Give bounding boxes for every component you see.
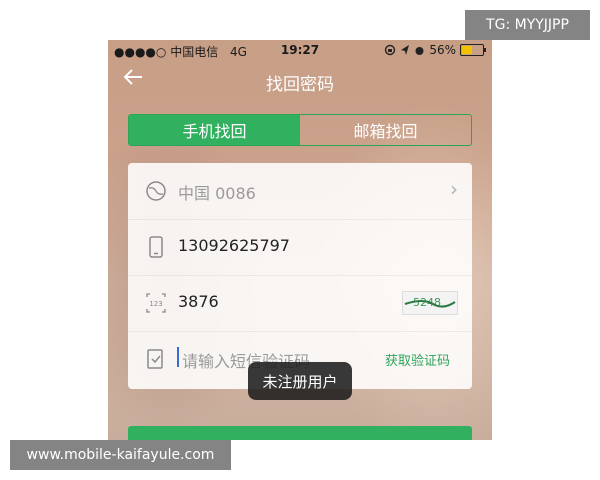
alarm-icon	[415, 46, 424, 55]
country-code: 中国 0086	[178, 184, 256, 203]
status-bar: ●●●●○ 中国电信 4G 19:27 56%	[108, 40, 492, 60]
captcha-image[interactable]: 5248	[402, 291, 458, 315]
nav-bar: 找回密码	[108, 64, 492, 100]
chevron-right-icon: ›	[450, 177, 458, 201]
text-cursor	[177, 347, 179, 367]
captcha-icon: 123	[146, 293, 166, 313]
rotation-lock-icon	[385, 44, 396, 56]
recovery-form: 中国 0086 › 13092625797 123 3876 5248 请输入短…	[128, 163, 472, 389]
submit-button[interactable]	[128, 426, 472, 440]
recovery-method-tabs: 手机找回 邮箱找回	[128, 114, 472, 146]
tab-email-recovery[interactable]: 邮箱找回	[300, 115, 471, 145]
battery-icon	[460, 44, 486, 56]
captcha-graphic: 5248	[404, 296, 456, 309]
location-icon	[401, 45, 410, 55]
tab-phone-recovery[interactable]: 手机找回	[129, 115, 300, 145]
tg-label: TG: MYYJJPP	[465, 10, 590, 40]
phone-screen: ●●●●○ 中国电信 4G 19:27 56% 找回密码 手机找回 邮箱找回 中…	[108, 40, 492, 440]
toast-message: 未注册用户	[248, 362, 352, 400]
phone-row: 13092625797	[128, 219, 472, 276]
captcha-input[interactable]: 3876	[178, 292, 219, 311]
status-right: 56%	[384, 43, 486, 57]
phone-field[interactable]: 13092625797	[178, 236, 290, 255]
battery-percent: 56%	[429, 43, 456, 57]
svg-text:123: 123	[149, 300, 162, 308]
phone-icon	[149, 236, 163, 258]
page-title: 找回密码	[266, 75, 334, 95]
globe-icon	[146, 181, 166, 201]
captcha-row: 123 3876 5248	[128, 275, 472, 332]
country-row[interactable]: 中国 0086 ›	[128, 163, 472, 220]
battery-fill	[462, 46, 472, 54]
get-code-button[interactable]: 获取验证码	[385, 350, 450, 369]
verify-code-icon	[147, 349, 163, 369]
watermark: www.mobile-kaifayule.com	[10, 440, 231, 470]
